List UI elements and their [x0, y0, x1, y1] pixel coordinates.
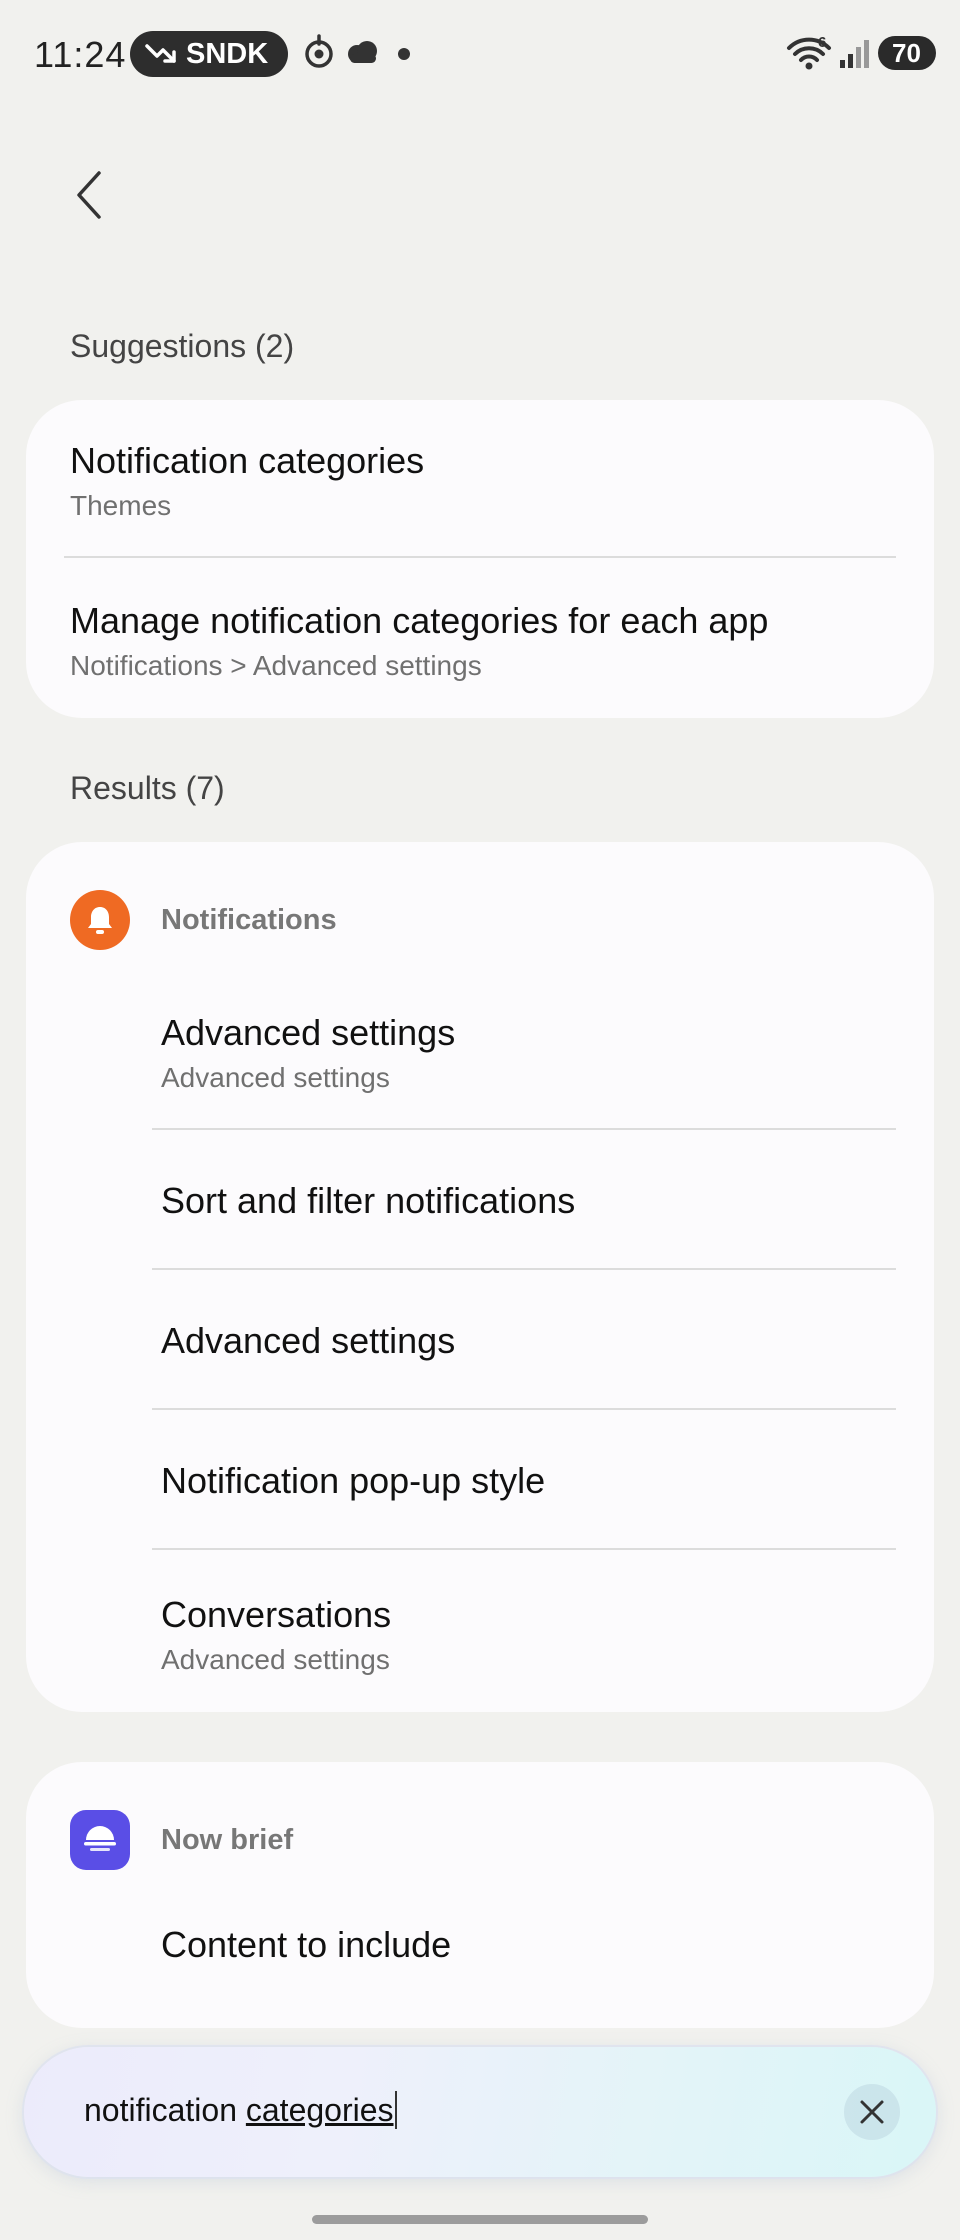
group-app-name: Now brief — [161, 1824, 294, 1856]
vpn-icon — [305, 34, 333, 68]
battery-icon: 70 — [878, 36, 936, 70]
cloud-icon — [348, 41, 377, 63]
results-heading: Results (7) — [70, 770, 225, 806]
result-title: Conversations — [161, 1594, 392, 1635]
suggestion-item[interactable]: Manage notification categories for each … — [26, 558, 934, 718]
status-time: 11:24 — [34, 34, 127, 75]
result-item[interactable]: Notification pop-up style — [26, 1410, 934, 1548]
wifi-badge: 6 — [818, 34, 827, 51]
suggestions-heading: Suggestions (2) — [70, 328, 295, 364]
notification-dot-icon — [398, 48, 410, 60]
search-query-word-2: categories — [245, 2092, 394, 2128]
results-group-now-brief: Now brief Content to include — [26, 1762, 934, 2028]
result-title: Content to include — [161, 1924, 452, 1965]
signal-icon — [840, 40, 869, 68]
now-brief-app-icon — [70, 1810, 130, 1870]
settings-search-screen: 11:24 SNDK 6 70 Suggestions (2) Notifica… — [0, 0, 960, 2240]
close-icon — [860, 2100, 884, 2124]
stock-ticker-chip[interactable]: SNDK — [130, 31, 296, 77]
battery-level: 70 — [892, 37, 921, 68]
result-item[interactable]: Content to include — [26, 1880, 934, 2028]
suggestion-title: Notification categories — [70, 440, 425, 481]
suggestion-item[interactable]: Notification categories Themes — [26, 400, 934, 558]
result-item[interactable]: Advanced settings — [26, 1270, 934, 1408]
clear-search-button[interactable] — [844, 2084, 900, 2140]
home-indicator[interactable] — [312, 2215, 648, 2224]
suggestion-subtitle: Themes — [70, 490, 172, 521]
result-title: Notification pop-up style — [161, 1460, 546, 1501]
suggestions-card: Notification categories Themes Manage no… — [26, 400, 934, 718]
result-item[interactable]: Sort and filter notifications — [26, 1130, 934, 1268]
result-item[interactable]: Conversations Advanced settings — [26, 1550, 934, 1712]
now-brief-icon — [84, 1826, 116, 1851]
status-bar: 11:24 SNDK 6 70 — [0, 0, 960, 110]
search-input[interactable]: notification categories — [84, 2091, 397, 2129]
result-title: Sort and filter notifications — [161, 1180, 576, 1221]
notifications-app-icon — [70, 890, 130, 950]
ticker-label: SNDK — [186, 37, 269, 70]
result-subtitle: Advanced settings — [161, 1062, 390, 1093]
text-cursor — [394, 2091, 397, 2129]
result-title: Advanced settings — [161, 1012, 456, 1053]
bell-icon — [88, 907, 112, 934]
suggestion-title: Manage notification categories for each … — [70, 600, 769, 641]
result-title: Advanced settings — [161, 1320, 456, 1361]
result-subtitle: Advanced settings — [161, 1644, 390, 1675]
group-app-name: Notifications — [161, 904, 337, 936]
suggestion-subtitle: Notifications > Advanced settings — [70, 650, 482, 681]
back-button[interactable] — [58, 158, 120, 232]
search-bar: notification categories — [24, 2047, 936, 2177]
search-query-word-1: notification — [84, 2092, 246, 2128]
trending-down-icon — [145, 44, 176, 63]
back-chevron-icon — [77, 171, 101, 219]
result-item[interactable]: Advanced settings Advanced settings — [26, 960, 934, 1128]
results-group-notifications: Notifications Advanced settings Advanced… — [26, 842, 934, 1712]
